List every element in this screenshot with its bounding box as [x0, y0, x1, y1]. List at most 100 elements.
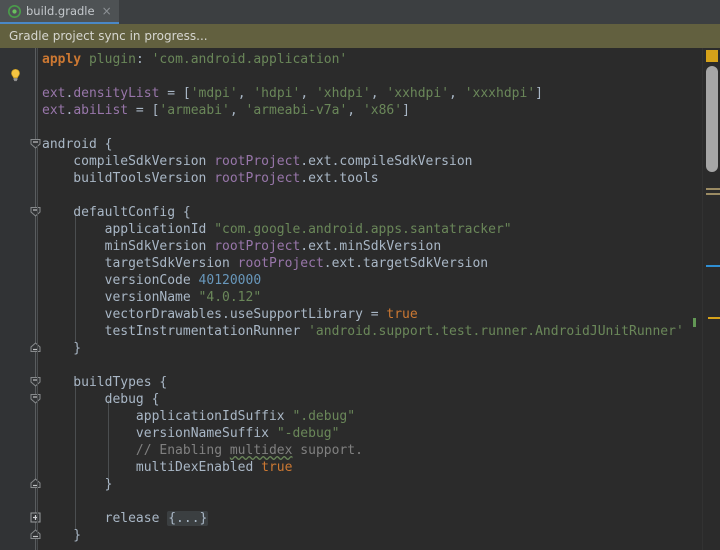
code-line[interactable]: debug {	[42, 391, 159, 408]
gradle-sync-notification-bar: Gradle project sync in progress...	[0, 24, 720, 48]
code-line[interactable]: vectorDrawables.useSupportLibrary = true	[42, 306, 418, 323]
code-line[interactable]: testInstrumentationRunner 'android.suppo…	[42, 323, 684, 340]
code-token: rootProject	[214, 239, 300, 254]
tab-build-gradle[interactable]: build.gradle ×	[0, 0, 119, 24]
code-line[interactable]: applicationId "com.google.android.apps.s…	[42, 221, 512, 238]
code-token: defaultConfig {	[42, 205, 191, 220]
code-line[interactable]: compileSdkVersion rootProject.ext.compil…	[42, 153, 472, 170]
code-line[interactable]: android {	[42, 136, 112, 153]
code-token: 40120000	[199, 273, 262, 288]
code-line[interactable]: multiDexEnabled true	[42, 459, 292, 476]
code-token: 'armeabi-v7a'	[246, 103, 348, 118]
code-token: 'armeabi'	[159, 103, 229, 118]
code-line[interactable]: ext.abiList = ['armeabi', 'armeabi-v7a',…	[42, 102, 410, 119]
error-stripe-and-scrollbar[interactable]	[702, 48, 720, 550]
code-token: .ext.minSdkVersion	[300, 239, 441, 254]
indent-guide	[37, 145, 38, 535]
warning-stripe-icon[interactable]	[706, 50, 718, 62]
code-line[interactable]	[42, 68, 50, 85]
code-token: applicationId	[42, 222, 214, 237]
code-token: minSdkVersion	[42, 239, 214, 254]
code-token: android {	[42, 137, 112, 152]
code-token: = [	[159, 86, 190, 101]
code-token: ]	[402, 103, 410, 118]
code-token: rootProject	[214, 171, 300, 186]
code-token: support.	[292, 443, 362, 458]
code-line[interactable]: // Enabling multidex support.	[42, 442, 363, 459]
code-line[interactable]: versionName "4.0.12"	[42, 289, 261, 306]
close-icon[interactable]: ×	[102, 5, 112, 17]
lightbulb-icon[interactable]	[8, 68, 23, 87]
code-line[interactable]: applicationIdSuffix ".debug"	[42, 408, 355, 425]
code-token: versionNameSuffix	[42, 426, 277, 441]
code-token: densityList	[73, 86, 159, 101]
marker-vcs-green[interactable]	[693, 318, 696, 327]
code-token: apply	[42, 52, 81, 67]
code-token: .ext.compileSdkVersion	[300, 154, 472, 169]
code-token: debug {	[42, 392, 159, 407]
code-token: 'xxxhdpi'	[465, 86, 535, 101]
code-line[interactable]: buildToolsVersion rootProject.ext.tools	[42, 170, 379, 187]
code-line[interactable]: versionCode 40120000	[42, 272, 261, 289]
code-line[interactable]	[42, 357, 50, 374]
code-token: ,	[371, 86, 387, 101]
android-studio-editor-window: build.gradle × Gradle project sync in pr…	[0, 0, 720, 550]
marker-warning-3[interactable]	[708, 317, 720, 319]
editor-tab-bar: build.gradle ×	[0, 0, 720, 24]
code-token: rootProject	[238, 256, 324, 271]
code-token: multidex	[230, 443, 293, 458]
code-token: buildToolsVersion	[42, 171, 214, 186]
code-token: plugin	[89, 52, 136, 67]
code-token: vectorDrawables.useSupportLibrary =	[42, 307, 386, 322]
vertical-scrollbar-thumb[interactable]	[706, 66, 718, 172]
code-line[interactable]: ext.densityList = ['mdpi', 'hdpi', 'xhdp…	[42, 85, 543, 102]
code-line[interactable]: release {...}	[42, 510, 208, 527]
code-line[interactable]: defaultConfig {	[42, 204, 191, 221]
marker-warning-2[interactable]	[706, 193, 720, 195]
code-token: .ext.targetSdkVersion	[324, 256, 488, 271]
code-token: ,	[347, 103, 363, 118]
code-token: true	[261, 460, 292, 475]
code-token: 'mdpi'	[191, 86, 238, 101]
marker-info-blue[interactable]	[706, 265, 720, 267]
code-editor[interactable]: apply plugin: 'com.android.application' …	[0, 48, 720, 550]
code-token: versionName	[42, 290, 199, 305]
code-line[interactable]: }	[42, 340, 81, 357]
code-token: "-debug"	[277, 426, 340, 441]
code-token: ,	[300, 86, 316, 101]
marker-warning-1[interactable]	[706, 188, 720, 190]
code-token: // Enabling	[136, 443, 230, 458]
code-line[interactable]: targetSdkVersion rootProject.ext.targetS…	[42, 255, 488, 272]
code-token: 'com.android.application'	[152, 52, 348, 67]
code-token: ,	[449, 86, 465, 101]
code-line[interactable]: }	[42, 476, 112, 493]
code-token: targetSdkVersion	[42, 256, 238, 271]
code-token: .ext.tools	[300, 171, 378, 186]
code-line[interactable]	[42, 119, 50, 136]
code-token: versionCode	[42, 273, 199, 288]
code-token: rootProject	[214, 154, 300, 169]
code-line[interactable]: minSdkVersion rootProject.ext.minSdkVers…	[42, 238, 441, 255]
code-content[interactable]: apply plugin: 'com.android.application' …	[38, 48, 702, 550]
code-line[interactable]: }	[42, 527, 81, 544]
code-token: ]	[535, 86, 543, 101]
code-token	[81, 52, 89, 67]
code-line[interactable]	[42, 493, 50, 510]
code-token: 'xhdpi'	[316, 86, 371, 101]
code-line[interactable]	[42, 187, 50, 204]
code-token: 'hdpi'	[253, 86, 300, 101]
code-token: buildTypes {	[42, 375, 167, 390]
tab-label: build.gradle	[26, 4, 95, 18]
code-token: 'android.support.test.runner.AndroidJUni…	[308, 324, 684, 339]
code-token: ext	[42, 103, 65, 118]
code-token: ".debug"	[292, 409, 355, 424]
code-token: = [	[128, 103, 159, 118]
code-token: 'x86'	[363, 103, 402, 118]
code-token: {...}	[167, 511, 208, 526]
code-line[interactable]: buildTypes {	[42, 374, 167, 391]
code-token: ,	[230, 103, 246, 118]
code-line[interactable]: apply plugin: 'com.android.application'	[42, 51, 347, 68]
code-line[interactable]: versionNameSuffix "-debug"	[42, 425, 339, 442]
code-token	[42, 443, 136, 458]
editor-gutter[interactable]	[0, 48, 38, 550]
